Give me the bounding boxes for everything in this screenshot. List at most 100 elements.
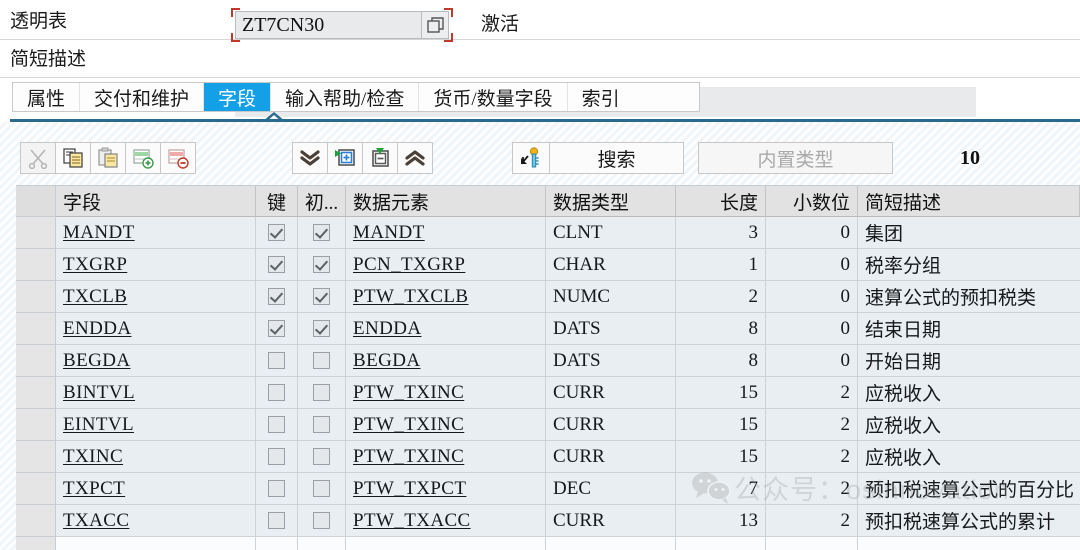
key-checkbox[interactable]	[268, 448, 285, 465]
row-selector[interactable]	[16, 537, 56, 550]
cell-key[interactable]	[256, 505, 298, 537]
cell-type[interactable]	[546, 537, 676, 550]
cell-de[interactable]: PTW_TXPCT	[346, 473, 546, 505]
row-selector[interactable]	[16, 473, 56, 505]
cell-text[interactable]: ENDDA	[353, 318, 422, 340]
cell-dec[interactable]: 2	[766, 473, 858, 505]
cell-text[interactable]: TXCLB	[63, 286, 127, 308]
cell-text[interactable]: MANDT	[63, 222, 135, 244]
table-row[interactable]: BINTVL PTW_TXINC CURR 15 2 应税收入	[16, 377, 1080, 409]
cell-text[interactable]: ENDDA	[63, 318, 132, 340]
cell-field[interactable]: TXGRP	[56, 249, 256, 281]
cell-length[interactable]: 15	[676, 441, 766, 473]
cell-init[interactable]	[298, 313, 346, 345]
tab-1[interactable]: 交付和维护	[80, 83, 205, 111]
cell-type[interactable]: DATS	[546, 345, 676, 377]
cell-field[interactable]: TXCLB	[56, 281, 256, 313]
cell-type[interactable]: CLNT	[546, 217, 676, 249]
cell-text[interactable]: TXPCT	[63, 478, 125, 500]
initial-value-checkbox[interactable]	[313, 256, 330, 273]
row-selector[interactable]	[16, 505, 56, 537]
cell-dec[interactable]: 2	[766, 377, 858, 409]
cell-key[interactable]	[256, 473, 298, 505]
cell-length[interactable]: 8	[676, 313, 766, 345]
cell-key[interactable]	[256, 217, 298, 249]
copy-icon[interactable]	[55, 142, 91, 174]
cell-type[interactable]: CURR	[546, 377, 676, 409]
delete-row-icon[interactable]	[160, 142, 196, 174]
cell-text[interactable]: TXINC	[63, 446, 123, 468]
cell-dec[interactable]: 0	[766, 249, 858, 281]
initial-value-checkbox[interactable]	[313, 320, 330, 337]
cell-length[interactable]: 3	[676, 217, 766, 249]
paste-icon[interactable]	[90, 142, 126, 174]
cell-key[interactable]	[256, 313, 298, 345]
cell-de[interactable]: BEGDA	[346, 345, 546, 377]
cell-field[interactable]: ENDDA	[56, 313, 256, 345]
cell-type[interactable]: CURR	[546, 505, 676, 537]
cell-dec[interactable]: 0	[766, 313, 858, 345]
collapse-node-icon[interactable]	[362, 142, 398, 174]
key-checkbox[interactable]	[268, 512, 285, 529]
cell-desc[interactable]: 应税收入	[858, 441, 1080, 473]
cell-length[interactable]: 1	[676, 249, 766, 281]
tab-2[interactable]: 字段	[204, 83, 272, 111]
cell-de[interactable]	[346, 537, 546, 550]
cell-text[interactable]: BEGDA	[353, 350, 420, 372]
cell-field[interactable]: TXINC	[56, 441, 256, 473]
cell-length[interactable]: 2	[676, 281, 766, 313]
cell-desc[interactable]: 预扣税速算公式的百分比	[858, 473, 1080, 505]
initial-value-checkbox[interactable]	[313, 416, 330, 433]
cell-dec[interactable]: 0	[766, 217, 858, 249]
cell-field[interactable]	[56, 537, 256, 550]
row-selector[interactable]	[16, 345, 56, 377]
cell-text[interactable]: TXGRP	[63, 254, 127, 276]
cell-length[interactable]: 15	[676, 409, 766, 441]
cell-desc[interactable]: 应税收入	[858, 409, 1080, 441]
cell-type[interactable]: CURR	[546, 441, 676, 473]
cell-init[interactable]	[298, 345, 346, 377]
column-header-de[interactable]: 数据元素	[346, 186, 546, 217]
cell-de[interactable]: PTW_TXCLB	[346, 281, 546, 313]
cell-text[interactable]: EINTVL	[63, 414, 134, 436]
cell-field[interactable]: MANDT	[56, 217, 256, 249]
cell-dec[interactable]: 0	[766, 281, 858, 313]
cell-text[interactable]: PTW_TXPCT	[353, 478, 466, 500]
cell-key[interactable]	[256, 537, 298, 550]
cell-init[interactable]	[298, 377, 346, 409]
cell-text[interactable]: PCN_TXGRP	[353, 254, 465, 276]
table-row[interactable]: ENDDA ENDDA DATS 8 0 结束日期	[16, 313, 1080, 345]
cell-field[interactable]: TXPCT	[56, 473, 256, 505]
cell-text[interactable]: MANDT	[353, 222, 425, 244]
select-all-corner[interactable]	[16, 186, 56, 217]
tab-3[interactable]: 输入帮助/检查	[271, 83, 420, 111]
cell-de[interactable]: PTW_TXINC	[346, 441, 546, 473]
initial-value-checkbox[interactable]	[313, 224, 330, 241]
cell-length[interactable]: 7	[676, 473, 766, 505]
row-selector[interactable]	[16, 281, 56, 313]
key-search-icon[interactable]	[512, 142, 550, 174]
cut-icon[interactable]	[20, 142, 56, 174]
cell-dec[interactable]: 2	[766, 505, 858, 537]
cell-de[interactable]: PTW_TXACC	[346, 505, 546, 537]
initial-value-checkbox[interactable]	[313, 352, 330, 369]
cell-init[interactable]	[298, 217, 346, 249]
key-checkbox[interactable]	[268, 320, 285, 337]
row-selector[interactable]	[16, 217, 56, 249]
cell-text[interactable]: BEGDA	[63, 350, 130, 372]
cell-desc[interactable]	[858, 537, 1080, 550]
insert-row-icon[interactable]	[125, 142, 161, 174]
cell-type[interactable]: NUMC	[546, 281, 676, 313]
cell-text[interactable]: PTW_TXINC	[353, 382, 464, 404]
table-row-empty[interactable]	[16, 537, 1080, 550]
cell-init[interactable]	[298, 281, 346, 313]
cell-dec[interactable]: 0	[766, 345, 858, 377]
expand-node-icon[interactable]	[327, 142, 363, 174]
cell-init[interactable]	[298, 249, 346, 281]
row-selector[interactable]	[16, 249, 56, 281]
table-row[interactable]: EINTVL PTW_TXINC CURR 15 2 应税收入	[16, 409, 1080, 441]
cell-length[interactable]	[676, 537, 766, 550]
cell-key[interactable]	[256, 249, 298, 281]
cell-type[interactable]: DEC	[546, 473, 676, 505]
cell-type[interactable]: DATS	[546, 313, 676, 345]
